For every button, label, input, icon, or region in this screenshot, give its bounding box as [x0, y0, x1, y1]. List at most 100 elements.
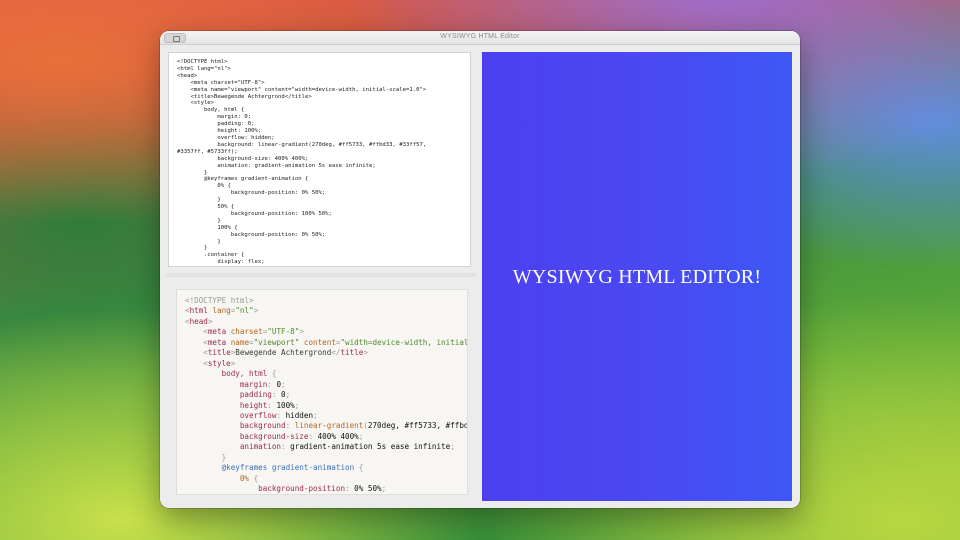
code-line: animation: gradient-animation 5s ease in…	[177, 162, 376, 169]
code-token: html	[189, 306, 208, 316]
code-token: <	[185, 327, 208, 337]
code-line: <!DOCTYPE html>	[177, 59, 228, 65]
code-token: meta	[207, 337, 227, 347]
highlighted-line: }	[185, 452, 467, 463]
code-line: }	[177, 245, 208, 252]
highlighted-line: margin: 0;	[185, 379, 467, 390]
code-token: ;	[381, 484, 387, 494]
code-token: style	[207, 358, 231, 368]
code-line: 0% {	[177, 183, 231, 190]
highlighted-line: overflow: hidden;	[185, 410, 467, 421]
code-line: <meta name="viewport" content="width=dev…	[177, 86, 427, 93]
code-token: <	[185, 358, 208, 368]
code-token: gradient-animation	[271, 463, 359, 473]
highlighted-code-text: <!DOCTYPE html> <html lang="nl"> <head> <m…	[185, 296, 467, 494]
code-line: background-position: 100% 50%;	[177, 210, 332, 217]
code-token: {	[358, 463, 364, 473]
code-line: overflow: hidden;	[177, 134, 275, 141]
code-token: >	[207, 316, 213, 326]
code-token: ;	[358, 431, 364, 441]
code-line: padding: 0;	[177, 121, 255, 128]
split-divider[interactable]	[166, 273, 476, 277]
code-line: <style>	[177, 100, 215, 107]
highlighted-line: <meta charset="UTF-8">	[185, 327, 467, 337]
highlighted-line: animation: gradient-animation 5s ease in…	[185, 442, 467, 452]
code-token: :	[285, 421, 295, 431]
window-titlebar[interactable]: WYSIWYG HTML Editor	[160, 31, 800, 45]
code-token: >	[299, 327, 304, 337]
highlighted-line: height: 100%;	[185, 400, 467, 411]
code-line: display: flex;	[177, 259, 265, 266]
code-token: margin	[185, 379, 268, 389]
highlighted-line: <!DOCTYPE html>	[185, 296, 467, 306]
code-token: <	[185, 337, 208, 347]
code-token: :	[271, 390, 282, 400]
code-token: overflow	[185, 410, 277, 420]
code-token: ;	[313, 410, 318, 420]
code-line: margin: 0;	[177, 114, 252, 121]
code-line: }	[177, 169, 208, 176]
code-token: @keyframes	[185, 463, 272, 473]
code-token: 0% 50%	[354, 484, 382, 494]
code-token: hidden	[285, 410, 314, 420]
live-preview-pane: WYSIWYG HTML EDITOR!	[482, 52, 792, 501]
code-line: background-size: 400% 400%;	[177, 155, 309, 162]
html-source-text[interactable]: <!DOCTYPE html> <html lang="nl"> <head> <m…	[177, 59, 467, 267]
code-line: background-position: 0% 50%;	[177, 190, 326, 197]
code-token: "UTF-8"	[267, 327, 300, 337]
code-line: }	[177, 238, 221, 245]
code-token: charset	[226, 327, 263, 337]
code-line: <title>Bewegende Achtergrond</title>	[177, 93, 312, 100]
code-line: body, html {	[177, 107, 245, 114]
code-token: }	[185, 452, 227, 462]
highlighted-line: background-position: 0% 50%;	[185, 484, 467, 494]
code-token: "width=device-width, initial-scal	[340, 337, 467, 347]
highlighted-line: background-size: 400% 400%;	[185, 431, 467, 442]
code-token: ;	[294, 400, 300, 410]
highlighted-line: <head>	[185, 316, 467, 327]
code-token: :	[308, 431, 318, 441]
code-token: ;	[281, 379, 286, 389]
code-token: name	[226, 337, 250, 347]
highlighted-line: <html lang="nl">	[185, 306, 467, 316]
highlighted-line: <meta name="viewport" content="width=dev…	[185, 337, 467, 348]
code-line: <html lang="nl">	[177, 65, 231, 72]
code-token: gradient-animation 5s ease infinite	[290, 442, 451, 452]
code-line: #3357ff, #5733ff);	[177, 148, 238, 155]
code-token: >	[363, 348, 368, 358]
html-source-editor[interactable]: <!DOCTYPE html> <html lang="nl"> <head> <m…	[168, 52, 471, 267]
code-line: height: 100%;	[177, 128, 262, 135]
code-token: background-position	[185, 484, 346, 494]
code-token: :	[345, 484, 355, 494]
window-title: WYSIWYG HTML Editor	[440, 33, 520, 40]
highlighted-line: @keyframes gradient-animation {	[185, 463, 467, 473]
highlighted-line: padding: 0;	[185, 390, 467, 400]
code-token: 0%	[185, 473, 254, 483]
code-line: <head>	[177, 72, 198, 79]
highlighted-line: body, html {	[185, 369, 467, 379]
code-token: ;	[285, 390, 291, 400]
code-token: height	[185, 400, 268, 410]
code-line: }	[177, 217, 221, 224]
highlighted-line: 0% {	[185, 473, 467, 484]
code-line: 100% {	[177, 224, 238, 231]
code-token: 400% 400%	[317, 431, 359, 441]
code-line: @keyframes gradient-animation {	[177, 176, 309, 183]
code-token: title	[207, 348, 231, 358]
code-token: <	[185, 348, 208, 358]
code-token: :	[276, 410, 286, 420]
preview-heading: WYSIWYG HTML EDITOR!	[512, 265, 762, 288]
code-token: :	[281, 442, 291, 452]
code-line: }	[177, 197, 221, 204]
code-token: meta	[207, 327, 227, 337]
code-token: ;	[450, 442, 455, 452]
code-token: background	[185, 421, 286, 431]
code-token: lang	[207, 306, 231, 316]
code-token: animation	[185, 442, 282, 452]
code-token: Bewegende Achtergrond	[235, 348, 332, 358]
code-token: "viewport"	[253, 337, 300, 347]
code-token: background-size	[185, 431, 309, 441]
code-token: title	[340, 348, 364, 358]
code-token: body, html	[185, 369, 272, 379]
code-token: content	[299, 337, 336, 347]
